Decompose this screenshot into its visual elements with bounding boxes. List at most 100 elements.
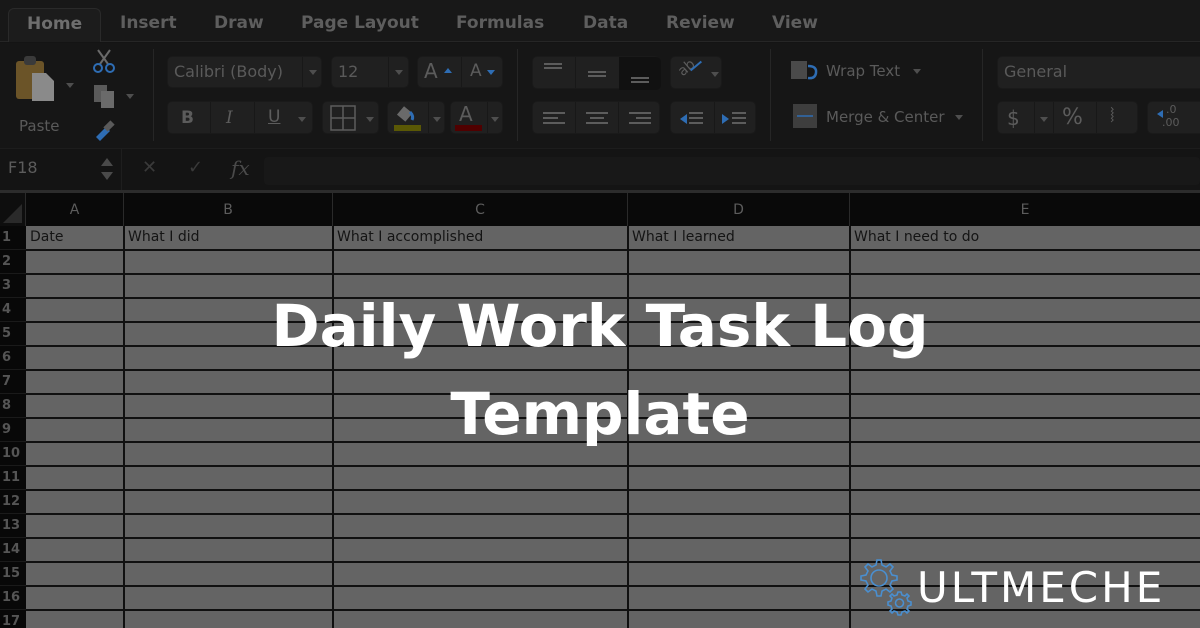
italic-button[interactable]: I	[226, 108, 233, 128]
font-size-dropdown[interactable]: 12	[331, 56, 409, 88]
underline-button[interactable]: U	[268, 107, 280, 127]
paste-dropdown-caret[interactable]	[66, 83, 74, 88]
title-line-2: Template	[450, 380, 750, 448]
row-header[interactable]: 14	[0, 538, 26, 562]
paste-label: Paste	[19, 117, 60, 135]
wrap-text-label: Wrap Text	[826, 62, 901, 80]
decimal-top: .0	[1166, 103, 1177, 116]
decimal-bottom: .00	[1162, 116, 1180, 129]
align-bottom-button[interactable]	[619, 57, 661, 90]
name-box-stepper[interactable]	[100, 158, 114, 184]
decrease-arrow-icon	[487, 70, 495, 75]
stepper-up-icon	[101, 158, 113, 166]
copy-icon[interactable]	[92, 83, 118, 109]
chevron-down-icon	[366, 117, 374, 122]
column-header-a[interactable]: A	[26, 193, 124, 226]
font-name-value: Calibri (Body)	[174, 62, 284, 81]
number-style-group: $ % ⧘	[997, 101, 1138, 134]
column-header-b[interactable]: B	[124, 193, 333, 226]
fill-color-button[interactable]	[387, 101, 445, 134]
row-header[interactable]: 15	[0, 562, 26, 586]
tab-home[interactable]: Home	[8, 8, 102, 42]
borders-button[interactable]	[322, 101, 379, 134]
name-box[interactable]: F18	[8, 158, 38, 177]
comma-style-button[interactable]: ⧘	[1110, 103, 1115, 128]
row-divider	[26, 537, 1200, 539]
number-format-dropdown[interactable]: General	[997, 56, 1200, 89]
row-divider	[26, 465, 1200, 467]
merge-center-button[interactable]: Merge & Center	[790, 103, 970, 131]
row-header[interactable]: 16	[0, 586, 26, 610]
align-middle-button[interactable]	[576, 57, 618, 90]
merge-center-label: Merge & Center	[826, 108, 945, 126]
tab-review[interactable]: Review	[666, 10, 735, 42]
brand-logo: ULTMECHE	[855, 556, 1185, 620]
tab-view[interactable]: View	[772, 10, 818, 42]
column-header-d[interactable]: D	[628, 193, 850, 226]
orientation-button[interactable]: ab	[670, 56, 722, 89]
grow-font-button[interactable]: A	[424, 59, 438, 83]
chevron-down-icon	[395, 70, 403, 75]
align-left-button[interactable]	[533, 102, 575, 135]
tab-formulas[interactable]: Formulas	[456, 10, 544, 42]
cut-icon[interactable]	[92, 48, 116, 74]
format-painter-icon[interactable]	[92, 117, 118, 141]
vertical-align-group	[532, 56, 661, 90]
percent-button[interactable]: %	[1062, 105, 1083, 130]
tab-insert[interactable]: Insert	[120, 10, 177, 42]
increase-indent-button[interactable]	[715, 102, 757, 135]
fx-icon[interactable]: fx	[231, 156, 250, 180]
formula-input[interactable]	[264, 157, 1200, 185]
row-header[interactable]: 11	[0, 466, 26, 490]
row-header[interactable]: 13	[0, 514, 26, 538]
increase-decimal-button[interactable]: .0 .00	[1147, 101, 1200, 134]
wrap-text-button[interactable]: Wrap Text	[790, 58, 930, 86]
tab-data[interactable]: Data	[583, 10, 628, 42]
copy-dropdown-caret[interactable]	[126, 94, 134, 99]
font-color-button[interactable]: A	[450, 101, 503, 134]
ribbon-tab-bar: Home Insert Draw Page Layout Formulas Da…	[0, 0, 1200, 42]
indent-group	[670, 101, 756, 134]
column-header-c[interactable]: C	[333, 193, 628, 226]
row-header[interactable]: 1	[0, 226, 26, 250]
chevron-down-icon	[711, 72, 719, 77]
fill-color-swatch	[394, 125, 421, 131]
chevron-down-icon	[955, 115, 963, 120]
paint-bucket-icon	[396, 106, 415, 122]
cell-a1[interactable]: Date	[30, 229, 63, 245]
row-divider	[26, 489, 1200, 491]
align-top-button[interactable]	[533, 57, 575, 90]
underline-dropdown-caret[interactable]	[298, 117, 306, 122]
row-header[interactable]: 2	[0, 250, 26, 274]
cell-e1[interactable]: What I need to do	[854, 229, 979, 245]
column-header-e[interactable]: E	[850, 193, 1200, 226]
select-all-icon	[3, 204, 22, 223]
bold-button[interactable]: B	[181, 108, 194, 128]
cancel-icon[interactable]: ✕	[142, 157, 157, 178]
row-header[interactable]: 12	[0, 490, 26, 514]
select-all-button[interactable]	[0, 193, 26, 226]
row-divider	[26, 273, 1200, 275]
row-divider	[26, 249, 1200, 251]
confirm-icon[interactable]: ✓	[188, 157, 203, 178]
cell-b1[interactable]: What I did	[128, 229, 199, 245]
formula-bar: F18 ✕ ✓ fx	[0, 148, 1200, 191]
currency-dropdown-caret[interactable]	[1040, 117, 1048, 122]
cell-c1[interactable]: What I accomplished	[337, 229, 483, 245]
ribbon-home: Paste Calibri (Body) 12 A A B I U A ab W…	[0, 43, 1200, 148]
shrink-font-button[interactable]: A	[470, 61, 482, 81]
cell-d1[interactable]: What I learned	[632, 229, 735, 245]
decrease-indent-button[interactable]	[671, 102, 714, 135]
tab-page-layout[interactable]: Page Layout	[301, 10, 419, 42]
align-center-button[interactable]	[576, 102, 618, 135]
align-right-button[interactable]	[619, 102, 661, 135]
currency-button[interactable]: $	[1007, 106, 1020, 130]
font-name-dropdown[interactable]: Calibri (Body)	[167, 56, 322, 88]
row-header[interactable]: 17	[0, 610, 26, 628]
tab-draw[interactable]: Draw	[214, 10, 264, 42]
chevron-down-icon	[433, 117, 441, 122]
brand-name: ULTMECHE	[917, 563, 1166, 612]
paste-button[interactable]: Paste	[10, 53, 74, 135]
row-divider	[26, 513, 1200, 515]
number-format-value: General	[1004, 62, 1068, 81]
